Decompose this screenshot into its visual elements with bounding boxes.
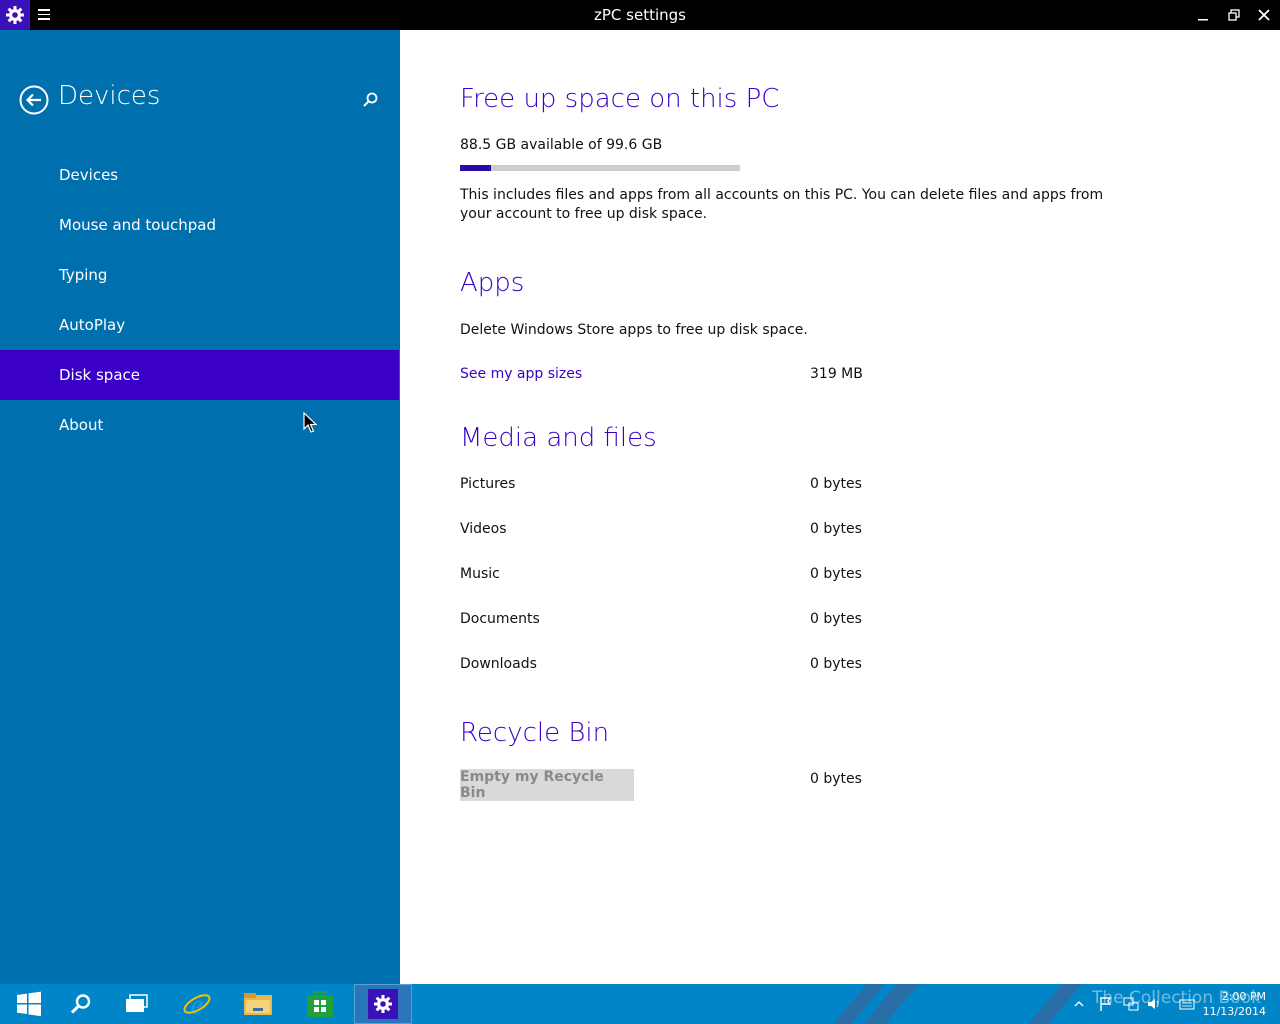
storage-usage-bar bbox=[460, 165, 740, 171]
sidebar-item-autoplay[interactable]: AutoPlay bbox=[0, 300, 400, 350]
media-heading: Media and files bbox=[460, 423, 657, 453]
title-bar: zPC settings bbox=[0, 0, 1280, 30]
sidebar-item-disk-space[interactable]: Disk space bbox=[0, 350, 399, 400]
media-row-videos[interactable]: Videos bbox=[460, 521, 507, 537]
taskbar-search-icon[interactable] bbox=[52, 984, 110, 1024]
recycle-bin-heading: Recycle Bin bbox=[460, 718, 610, 748]
sidebar-item-devices[interactable]: Devices bbox=[0, 150, 400, 200]
close-button[interactable] bbox=[1248, 0, 1280, 30]
clock[interactable]: 2:00 PM 11/13/2014 bbox=[1203, 989, 1266, 1019]
free-space-heading: Free up space on this PC bbox=[460, 84, 780, 114]
clock-time: 2:00 PM bbox=[1221, 990, 1266, 1003]
storage-availability: 88.5 GB available of 99.6 GB bbox=[460, 137, 663, 153]
sidebar: Devices Devices Mouse and touchpad Typin… bbox=[0, 30, 400, 984]
apps-description: Delete Windows Store apps to free up dis… bbox=[460, 322, 808, 338]
apps-heading: Apps bbox=[460, 268, 525, 298]
back-arrow-icon[interactable] bbox=[19, 85, 49, 115]
task-view-icon[interactable] bbox=[108, 984, 166, 1024]
media-size-videos: 0 bytes bbox=[810, 521, 862, 537]
media-size-downloads: 0 bytes bbox=[810, 656, 862, 672]
keyboard-icon[interactable] bbox=[1179, 998, 1195, 1010]
media-row-pictures[interactable]: Pictures bbox=[460, 476, 515, 492]
free-space-description-line-1: This includes files and apps from all ac… bbox=[460, 187, 1104, 203]
recycle-bin-size: 0 bytes bbox=[810, 771, 862, 787]
media-size-pictures: 0 bytes bbox=[810, 476, 862, 492]
free-space-description-line-2: your account to free up disk space. bbox=[460, 206, 708, 222]
internet-explorer-icon[interactable]: e bbox=[168, 984, 226, 1024]
mouse-cursor-icon bbox=[303, 412, 317, 433]
media-row-music[interactable]: Music bbox=[460, 566, 500, 582]
search-icon[interactable] bbox=[361, 91, 379, 109]
clock-date: 11/13/2014 bbox=[1202, 1005, 1266, 1018]
show-hidden-icons-icon[interactable] bbox=[1073, 999, 1085, 1009]
sidebar-item-mouse-and-touchpad[interactable]: Mouse and touchpad bbox=[0, 200, 400, 250]
sidebar-title: Devices bbox=[58, 81, 161, 111]
media-row-documents[interactable]: Documents bbox=[460, 611, 540, 627]
apps-size: 319 MB bbox=[810, 366, 863, 382]
svg-text:e: e bbox=[191, 990, 203, 1019]
sidebar-item-about[interactable]: About bbox=[0, 400, 400, 450]
storage-usage-fill bbox=[460, 165, 492, 171]
media-size-music: 0 bytes bbox=[810, 566, 862, 582]
network-icon[interactable] bbox=[1123, 997, 1139, 1011]
taskbar: e The Collection Book 2:00 PM 11/13/2014 bbox=[0, 984, 1280, 1024]
volume-icon[interactable] bbox=[1147, 997, 1163, 1011]
action-center-flag-icon[interactable] bbox=[1099, 996, 1113, 1012]
start-windows-icon[interactable] bbox=[0, 984, 58, 1024]
store-icon[interactable] bbox=[291, 984, 349, 1024]
media-row-downloads[interactable]: Downloads bbox=[460, 656, 537, 672]
minimize-button[interactable] bbox=[1187, 0, 1219, 30]
sidebar-nav: Devices Mouse and touchpad Typing AutoPl… bbox=[0, 150, 400, 450]
see-app-sizes-link[interactable]: See my app sizes bbox=[460, 366, 582, 382]
taskbar-settings-gear-icon[interactable] bbox=[354, 984, 412, 1024]
media-size-documents: 0 bytes bbox=[810, 611, 862, 627]
sidebar-item-typing[interactable]: Typing bbox=[0, 250, 400, 300]
empty-recycle-bin-button[interactable]: Empty my Recycle Bin bbox=[460, 769, 634, 801]
file-explorer-icon[interactable] bbox=[229, 984, 287, 1024]
restore-button[interactable] bbox=[1218, 0, 1250, 30]
window-title: zPC settings bbox=[594, 6, 686, 24]
tray-icons bbox=[1073, 984, 1195, 1024]
